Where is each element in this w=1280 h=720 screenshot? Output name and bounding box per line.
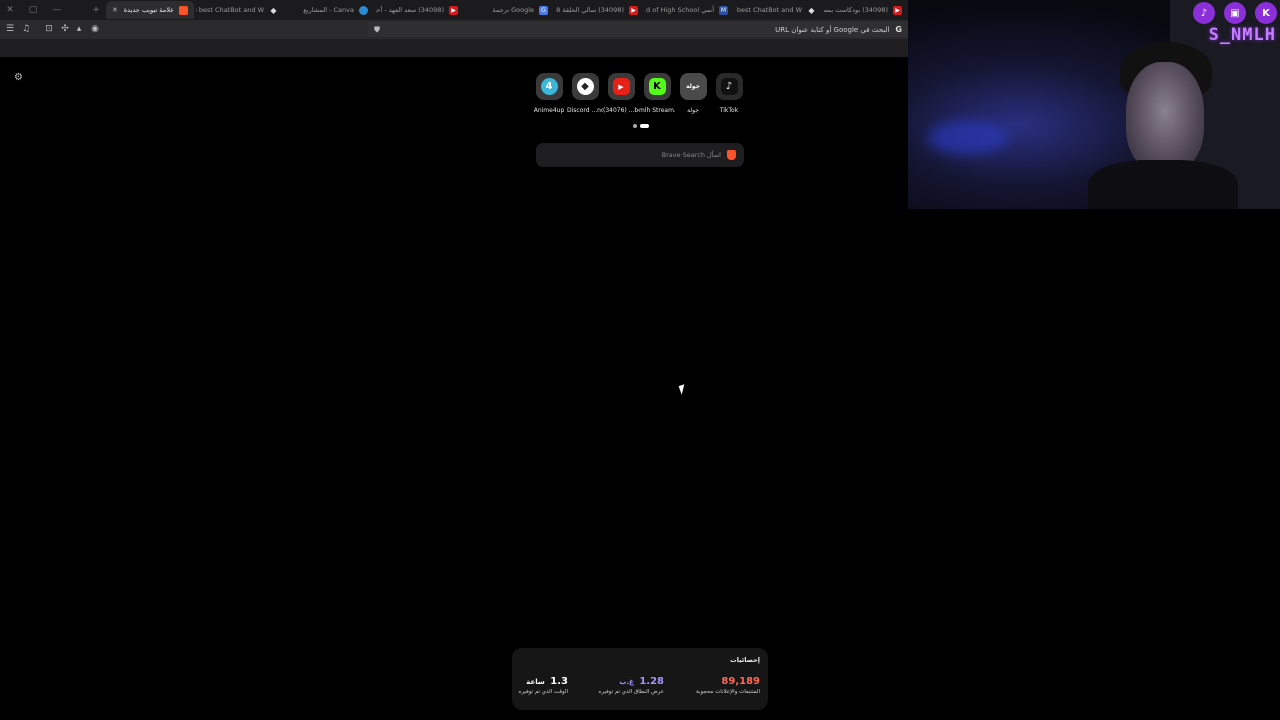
stat-value: 1.28 — [639, 676, 664, 687]
stat-label: الوقت الذي تم توفيره — [518, 689, 568, 695]
tab-youtube-2[interactable]: ▶ (34098) سالي الحلقة 8 - — [556, 1, 644, 19]
tiktok-icon: ♪ — [1193, 2, 1215, 24]
music-icon[interactable]: ♫ — [20, 23, 32, 35]
top-sites: ♪ TikTok جولة جولة K mlh Stream... ▶ (34… — [531, 73, 749, 119]
tab-mal[interactable]: M أنمي God of High School — [646, 1, 734, 19]
tab-strip: ✕ ▢ — + علامة تبويب جديدة ✕ ◆ The best C… — [0, 0, 908, 20]
mouse-cursor-icon — [678, 384, 688, 395]
top-sites-pager[interactable] — [633, 123, 649, 128]
gear-icon[interactable]: ⚙ — [14, 72, 23, 83]
tab-title: Google ترجمة — [492, 6, 534, 14]
brave-icon — [179, 5, 188, 15]
diamond-icon: ◆ — [808, 5, 815, 15]
bookmarks-bar — [0, 39, 908, 57]
stat-unit: ساعة — [526, 678, 545, 686]
background-light — [928, 120, 1008, 155]
tab-title: أنمي God of High School — [646, 6, 714, 14]
top-site-jawla[interactable]: جولة جولة — [675, 73, 711, 114]
tab-chatbot[interactable]: ◆ The best ChatBot and W — [196, 1, 284, 19]
stat-bandwidth: 1.28 غ.ب عرض النطاق الذي تم توفيره — [599, 676, 664, 695]
address-input[interactable]: البحث في Google أو كتابة عنوان URL — [775, 26, 889, 34]
stat-label: المتتبعات والإعلانات محجوبة — [695, 689, 760, 695]
site-label: جولة — [687, 107, 699, 114]
top-site-tiktok[interactable]: ♪ TikTok — [711, 73, 747, 114]
streamer-name: S_NMLH — [1208, 25, 1276, 45]
kick-icon: K — [1255, 2, 1277, 24]
tab-chatbot-2[interactable]: ◆ The best ChatBot and W — [736, 1, 822, 19]
brave-shield-icon[interactable]: ⛊ — [374, 25, 380, 35]
tab-title: علامة تبويب جديدة — [123, 6, 174, 14]
site-label: mlh Stream... — [639, 107, 675, 114]
mal-icon: M — [719, 5, 728, 15]
site-label: Discord ...nd — [567, 107, 603, 114]
site-label: TikTok — [719, 107, 739, 114]
top-site-anime4up[interactable]: 4 Anime4up — [531, 73, 567, 114]
youtube-icon: ▶ — [449, 5, 458, 15]
close-window-icon[interactable]: ✕ — [3, 3, 17, 17]
tiktok-icon: ♪ — [715, 73, 743, 100]
pager-dot-active[interactable] — [640, 123, 649, 128]
tab-google-translate[interactable]: G Google ترجمة — [466, 1, 554, 19]
tab-title: Canva - المشاريع — [303, 6, 354, 14]
top-site-kick[interactable]: K mlh Stream... — [639, 73, 675, 114]
browser-window: ✕ ▢ — + علامة تبويب جديدة ✕ ◆ The best C… — [0, 0, 908, 720]
streamer-body — [1088, 160, 1238, 209]
site-label: (34076) ...be — [603, 107, 639, 114]
stat-time: 1.3 ساعة الوقت الذي تم توفيره — [519, 676, 568, 695]
tab-title: (34098) سالي الحلقة 8 - — [556, 6, 624, 14]
brave-icon — [727, 150, 736, 160]
webcam-overlay: ♪ ▣ K S_NMLH — [908, 0, 1280, 209]
twitch-icon: ▣ — [1224, 2, 1246, 24]
stat-label: عرض النطاق الذي تم توفيره — [598, 689, 664, 695]
tab-title: (34098) بودكاست بمسير - — [824, 6, 888, 14]
tab-youtube-3[interactable]: ▶ (34098) بودكاست بمسير - — [824, 1, 908, 19]
youtube-icon: ▶ — [629, 5, 638, 15]
address-bar[interactable]: G البحث في Google أو كتابة عنوان URL ⛊ — [368, 22, 908, 37]
tab-canva[interactable]: Canva - المشاريع — [286, 1, 374, 19]
menu-icon[interactable]: ☰ — [4, 23, 16, 35]
tab-title: (34098) سعد الفهد - أحتا — [376, 6, 444, 14]
jawla-icon: جولة — [679, 73, 707, 100]
stats-title: إحصائيات — [730, 656, 760, 664]
tab-new-tab[interactable]: علامة تبويب جديدة ✕ — [106, 1, 194, 19]
streamer-face — [1126, 62, 1204, 172]
search-input[interactable]: اسأل Brave Search — [662, 151, 721, 159]
anime4up-icon: 4 — [535, 73, 563, 100]
canva-icon — [359, 5, 368, 15]
new-tab-icon[interactable]: + — [89, 3, 103, 17]
restore-window-icon[interactable]: ▢ — [26, 3, 40, 17]
top-site-discord[interactable]: ◆ Discord ...nd — [567, 73, 603, 114]
stat-value: 1.3 — [550, 676, 568, 687]
pager-dot[interactable] — [633, 123, 637, 128]
stats-widget: إحصائيات 89,189 المتتبعات والإعلانات محج… — [512, 648, 768, 710]
google-icon: G — [895, 25, 902, 34]
tab-title: The best ChatBot and W — [196, 6, 264, 14]
rewards-icon[interactable]: ▴ — [73, 23, 85, 35]
tab-title: The best ChatBot and W — [736, 6, 802, 14]
top-site-youtube[interactable]: ▶ (34076) ...be — [603, 73, 639, 114]
empty-area — [908, 209, 1280, 720]
minimize-window-icon[interactable]: — — [50, 3, 64, 17]
stat-value: 89,189 — [721, 676, 760, 687]
stat-trackers: 89,189 المتتبعات والإعلانات محجوبة — [696, 676, 760, 695]
site-label: Anime4up — [533, 107, 565, 114]
diamond-icon: ◆ — [270, 5, 277, 15]
youtube-icon: ▶ — [893, 5, 902, 15]
brave-search-box[interactable]: اسأل Brave Search — [536, 143, 744, 167]
vpn-icon[interactable]: ◉ — [89, 23, 101, 35]
extensions-icon[interactable]: ✣ — [59, 23, 71, 35]
screenshot-icon[interactable]: ⊡ — [43, 23, 55, 35]
close-tab-icon[interactable]: ✕ — [112, 6, 118, 14]
toolbar: ☰ ♫ ⊡ ✣ ▴ ◉ G البحث في Google أو كتابة ع… — [0, 20, 908, 39]
kick-icon: K — [643, 73, 671, 100]
tab-youtube-1[interactable]: ▶ (34098) سعد الفهد - أحتا — [376, 1, 464, 19]
youtube-icon: ▶ — [607, 73, 635, 100]
stat-unit: غ.ب — [619, 678, 634, 686]
translate-icon: G — [539, 5, 548, 15]
discord-icon: ◆ — [571, 73, 599, 100]
